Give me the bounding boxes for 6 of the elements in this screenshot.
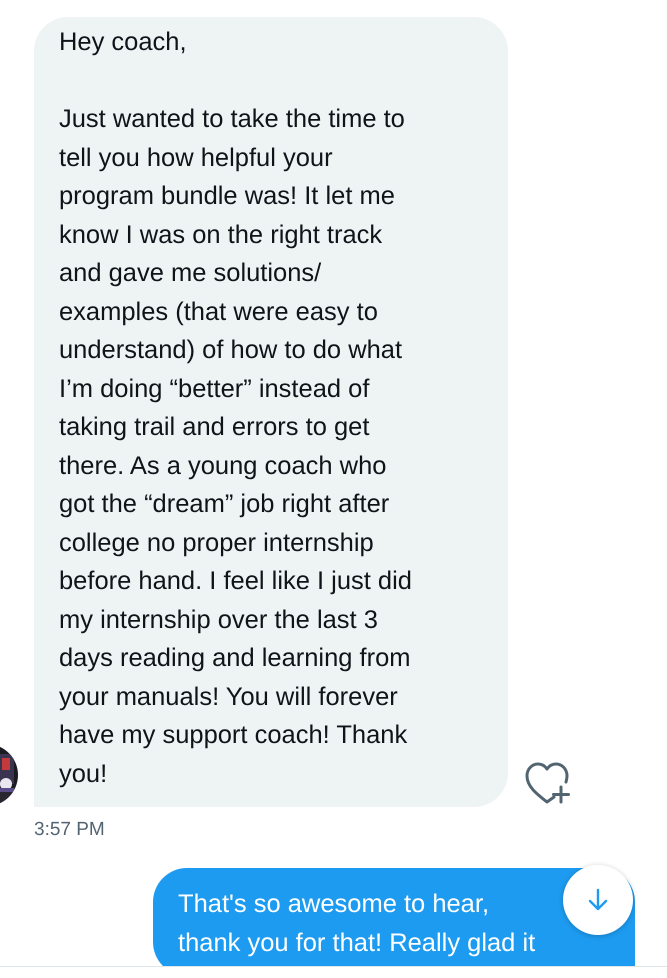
heart-plus-icon[interactable] bbox=[524, 761, 570, 805]
message-text: Hey coach, bbox=[59, 27, 187, 58]
timestamp: 3:57 PM bbox=[34, 819, 105, 841]
message-text: Just wanted to take the time to tell you how helpful your program bundle was! It let me know I was on the right track and gave me solutions/ examples (that were easy to understand) of how to do what I’m doing “better” instead of taking trail and errors to get there. As a young coach who got the “dream” job right after college no proper internship before hand. I feel like I just did my internship over the last 3 days reading and learning from your manuals! You will forever have my support coach! Thank you! bbox=[59, 104, 412, 790]
down-arrow-icon bbox=[587, 888, 609, 912]
message-text: That's so awesome to hear, thank you for that! Really glad it bbox=[178, 889, 536, 958]
